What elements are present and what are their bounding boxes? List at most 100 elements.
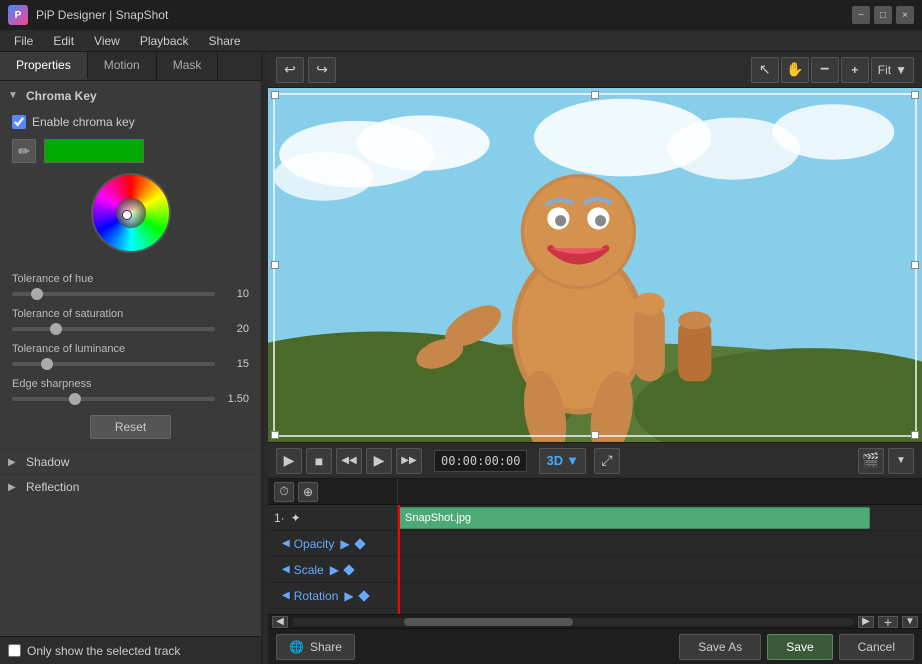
3d-dropdown-icon: ▼ (566, 453, 579, 468)
video-canvas (268, 88, 922, 442)
scale-track-label[interactable]: ◀ Scale ▶ (268, 557, 397, 583)
scale-keyframe-icon (343, 564, 354, 575)
scroll-right-button[interactable]: ▶ (858, 616, 874, 628)
minimize-button[interactable]: − (852, 6, 870, 24)
redo-button[interactable]: ↪ (308, 57, 336, 83)
title-bar: P PiP Designer | SnapShot − □ × (0, 0, 922, 30)
rotation-arrow-icon: ◀ (282, 590, 290, 601)
enable-chroma-label: Enable chroma key (32, 115, 135, 129)
shadow-arrow: ▶ (8, 457, 20, 468)
menu-share[interactable]: Share (199, 30, 251, 52)
undo-button[interactable]: ↩ (276, 57, 304, 83)
saturation-slider[interactable] (12, 327, 215, 331)
globe-icon: 🌐 (289, 640, 304, 654)
reset-button[interactable]: Reset (90, 415, 171, 439)
enable-chroma-checkbox[interactable] (12, 115, 26, 129)
scroll-options-button[interactable]: ▼ (902, 616, 918, 628)
scroll-thumb[interactable] (292, 618, 854, 626)
hue-slider[interactable] (12, 292, 215, 296)
title-bar-left: P PiP Designer | SnapShot (8, 5, 168, 25)
menu-playback[interactable]: Playback (130, 30, 199, 52)
next-frame-button[interactable]: ▶ (366, 448, 392, 474)
window-title: PiP Designer | SnapShot (36, 8, 168, 22)
timeline-body: 1· ✦ ◀ Opacity ▶ ◀ Scale ▶ (268, 505, 922, 614)
tab-mask[interactable]: Mask (157, 52, 219, 80)
save-as-button[interactable]: Save As (679, 634, 761, 660)
play-button[interactable]: ▶ (276, 448, 302, 474)
zoom-in-button[interactable]: + (841, 57, 869, 83)
hue-slider-row: Tolerance of hue 10 (12, 273, 249, 300)
color-wheel-cursor (122, 210, 132, 220)
edge-sharpness-value: 1.50 (221, 393, 249, 405)
bottom-checkbox-row: Only show the selected track (0, 636, 261, 664)
maximize-button[interactable]: □ (874, 6, 892, 24)
fullscreen-button[interactable]: ⤢ (594, 448, 620, 474)
selected-track-checkbox[interactable] (8, 644, 21, 657)
opacity-label: Opacity (294, 537, 335, 551)
chroma-key-header[interactable]: ▼ Chroma Key (0, 85, 261, 107)
eyedropper-button[interactable]: ✏ (12, 139, 36, 163)
snapshot-button[interactable]: 🎬 (858, 448, 884, 474)
scroll-left-button[interactable]: ◀ (272, 616, 288, 628)
close-button[interactable]: × (896, 6, 914, 24)
cancel-button[interactable]: Cancel (839, 634, 914, 660)
share-globe-button[interactable]: 🌐 Share (276, 634, 355, 660)
pan-tool-button[interactable]: ✋ (781, 57, 809, 83)
clip-name: SnapShot.jpg (405, 512, 471, 524)
hue-label: Tolerance of hue (12, 273, 249, 285)
edge-sharpness-label: Edge sharpness (12, 378, 249, 390)
opacity-track-label[interactable]: ◀ Opacity ▶ (268, 531, 397, 557)
track-1-star-icon: ✦ (291, 511, 301, 525)
menu-bar: File Edit View Playback Share (0, 30, 922, 52)
fit-label: Fit (878, 63, 891, 77)
save-button[interactable]: Save (767, 634, 832, 660)
scale-right-arrow: ▶ (330, 563, 339, 577)
select-tool-button[interactable]: ↖ (751, 57, 779, 83)
menu-file[interactable]: File (4, 30, 43, 52)
main-clip[interactable]: SnapShot.jpg (398, 507, 870, 529)
opacity-right-arrow: ▶ (340, 537, 349, 551)
color-swatch[interactable] (44, 139, 144, 163)
add-track-button[interactable]: + (878, 616, 898, 628)
chroma-key-title: Chroma Key (26, 89, 97, 103)
shadow-section[interactable]: ▶ Shadow (0, 449, 261, 474)
3d-mode-button[interactable]: 3D ▼ (539, 448, 586, 474)
shadow-title: Shadow (26, 455, 69, 469)
luminance-slider[interactable] (12, 362, 215, 366)
fast-forward-button[interactable]: ▶▶ (396, 448, 422, 474)
fit-dropdown[interactable]: Fit ▼ (871, 57, 914, 83)
rotation-track-label[interactable]: ◀ Rotation ▶ (268, 583, 397, 609)
hue-value: 10 (221, 288, 249, 300)
luminance-control: 15 (12, 358, 249, 370)
menu-view[interactable]: View (84, 30, 130, 52)
luminance-slider-row: Tolerance of luminance 15 (12, 343, 249, 370)
selected-track-label: Only show the selected track (27, 644, 180, 658)
prev-frame-button[interactable]: ◀◀ (336, 448, 362, 474)
fit-arrow-icon: ▼ (895, 63, 907, 77)
opacity-track-content (398, 531, 922, 557)
edge-sharpness-slider[interactable] (12, 397, 215, 401)
app-icon: P (8, 5, 28, 25)
timeline-settings-button[interactable]: ⏱ (274, 482, 294, 502)
zoom-out-button[interactable]: − (811, 57, 839, 83)
snapshot-options-button[interactable]: ▼ (888, 448, 914, 474)
rotation-keyframe-icon (358, 590, 369, 601)
window-controls: − □ × (852, 6, 914, 24)
tab-properties[interactable]: Properties (0, 52, 88, 80)
tab-motion[interactable]: Motion (88, 52, 157, 80)
rotation-track-content (398, 583, 922, 609)
timeline-tracks-right: SnapShot.jpg (398, 505, 922, 614)
action-bar-left: 🌐 Share (276, 634, 355, 660)
left-panel: Properties Motion Mask ▼ Chroma Key Enab… (0, 52, 262, 664)
menu-edit[interactable]: Edit (43, 30, 84, 52)
video-background (268, 88, 922, 442)
color-wheel[interactable] (91, 173, 171, 253)
reflection-section[interactable]: ▶ Reflection (0, 474, 261, 499)
chroma-key-arrow: ▼ (8, 90, 20, 102)
edge-sharpness-row: Edge sharpness 1.50 (12, 378, 249, 405)
stop-button[interactable]: ■ (306, 448, 332, 474)
video-scene (268, 88, 922, 442)
timeline-add-button[interactable]: ⊕ (298, 482, 318, 502)
action-bar: 🌐 Share Save As Save Cancel (268, 628, 922, 664)
saturation-slider-row: Tolerance of saturation 20 (12, 308, 249, 335)
